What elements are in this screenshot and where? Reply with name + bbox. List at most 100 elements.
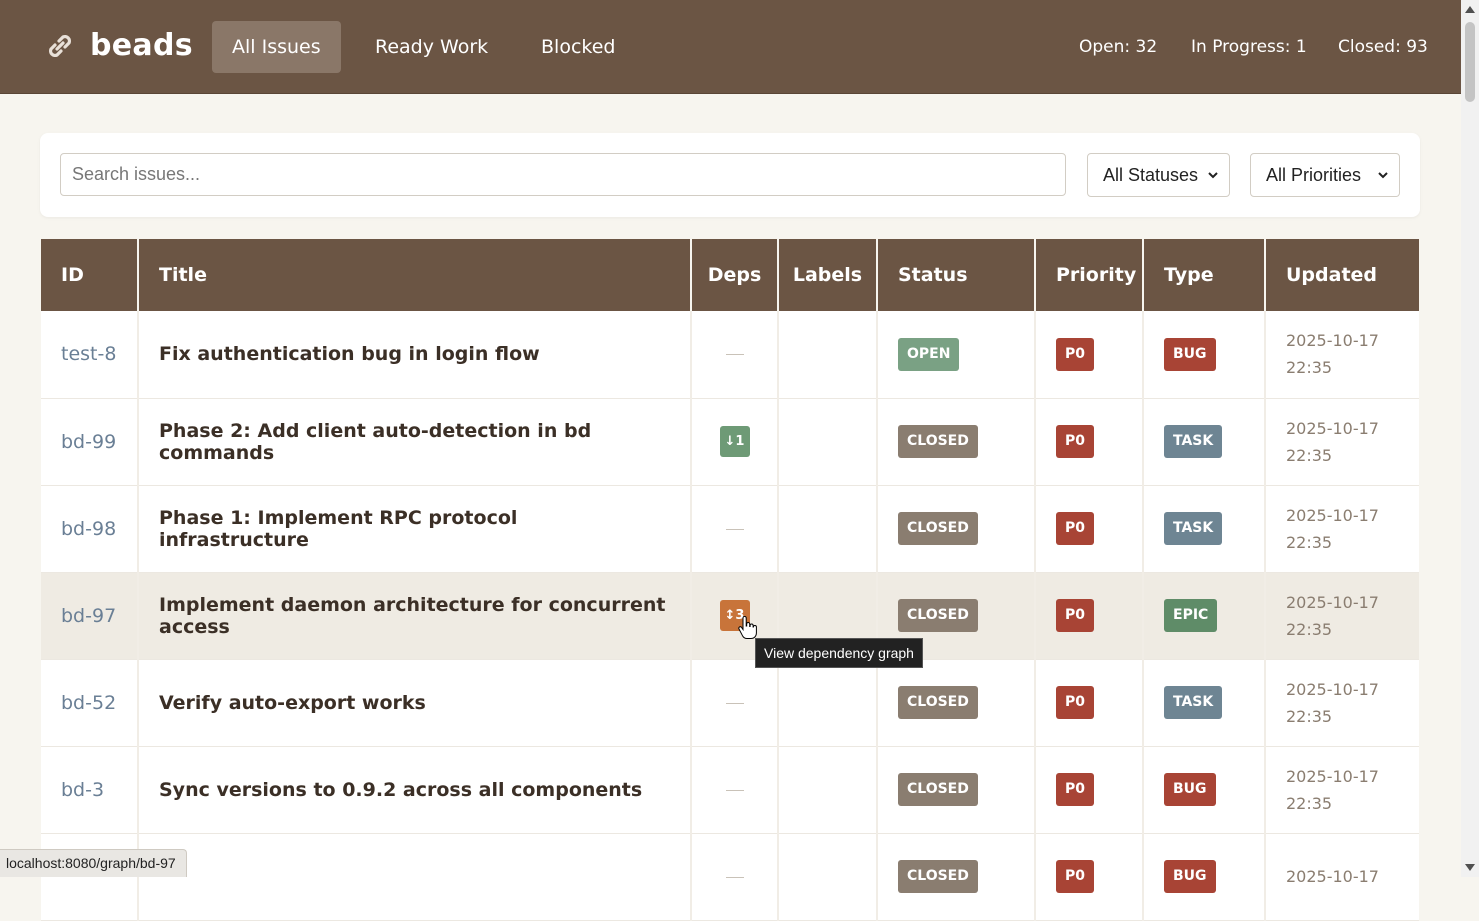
issue-id-link[interactable]: bd-97 <box>41 572 139 660</box>
type-cell: TASK <box>1143 485 1266 573</box>
no-deps-dash <box>725 789 744 791</box>
labels-cell <box>778 311 878 399</box>
updated-date: 2025-10-17 <box>1286 679 1379 699</box>
status-badge: CLOSED <box>898 425 978 458</box>
issue-title[interactable]: Implement daemon architecture for concur… <box>138 572 692 660</box>
updated-cell: 2025-10-17 22:35 <box>1265 659 1419 747</box>
priority-cell: P0 <box>1035 311 1144 399</box>
issues-table: ID Title Deps Labels Status Priority Typ… <box>41 239 1419 921</box>
status-filter-select[interactable]: All Statuses <box>1087 153 1230 197</box>
deps-cell <box>691 485 779 573</box>
no-deps-dash <box>725 702 744 704</box>
column-header-labels[interactable]: Labels <box>778 239 878 311</box>
status-badge: CLOSED <box>898 773 978 806</box>
priority-badge: P0 <box>1056 686 1095 719</box>
column-header-id[interactable]: ID <box>41 239 139 311</box>
type-cell: TASK <box>1143 659 1266 747</box>
table-row[interactable]: bd-3 Sync versions to 0.9.2 across all c… <box>41 746 1419 834</box>
column-header-type[interactable]: Type <box>1143 239 1266 311</box>
updated-cell: 2025-10-17 22:35 <box>1265 746 1419 834</box>
updated-time: 22:35 <box>1286 793 1333 813</box>
column-header-priority[interactable]: Priority <box>1035 239 1144 311</box>
link-status-bar: localhost:8080/graph/bd-97 <box>0 849 187 877</box>
issue-id-link[interactable]: bd-98 <box>41 485 139 573</box>
column-header-updated[interactable]: Updated <box>1265 239 1419 311</box>
updated-cell: 2025-10-17 22:35 <box>1265 311 1419 399</box>
status-cell: CLOSED <box>877 746 1036 834</box>
status-cell: CLOSED <box>877 485 1036 573</box>
top-navigation-bar: beads All Issues Ready Work Blocked Open… <box>0 0 1461 94</box>
issue-title[interactable]: Fix authentication bug in login flow <box>138 311 692 399</box>
brand[interactable]: beads <box>44 28 193 63</box>
priority-cell: P0 <box>1035 485 1144 573</box>
updated-time: 22:35 <box>1286 619 1333 639</box>
issue-title[interactable]: Sync versions to 0.9.2 across all compon… <box>138 746 692 834</box>
tab-all-issues[interactable]: All Issues <box>212 21 341 73</box>
tab-blocked[interactable]: Blocked <box>521 21 635 73</box>
deps-cell <box>691 311 779 399</box>
updated-date: 2025-10-17 <box>1286 766 1379 786</box>
table-header-row: ID Title Deps Labels Status Priority Typ… <box>41 239 1419 311</box>
search-input[interactable] <box>60 153 1066 196</box>
updated-date: 2025-10-17 <box>1286 331 1379 351</box>
priority-badge: P0 <box>1056 599 1095 632</box>
brand-name: beads <box>90 28 193 63</box>
deps-cell <box>691 659 779 747</box>
type-badge: TASK <box>1164 512 1223 545</box>
link-icon <box>48 34 72 57</box>
chevron-down-icon <box>1378 172 1388 179</box>
type-badge: TASK <box>1164 686 1223 719</box>
labels-cell <box>778 485 878 573</box>
type-badge: EPIC <box>1164 599 1218 632</box>
table-row[interactable]: bd-98 Phase 1: Implement RPC protocol in… <box>41 485 1419 573</box>
no-deps-dash <box>725 528 744 530</box>
priority-badge: P0 <box>1056 512 1095 545</box>
status-cell: CLOSED <box>877 398 1036 486</box>
type-badge: BUG <box>1164 337 1216 371</box>
updated-time: 22:35 <box>1286 445 1333 465</box>
issue-id-link[interactable]: test-8 <box>41 311 139 399</box>
type-badge: BUG <box>1164 773 1216 806</box>
vertical-scrollbar[interactable] <box>1461 0 1479 877</box>
stat-closed: Closed: 93 <box>1338 37 1428 57</box>
status-badge: CLOSED <box>898 599 978 632</box>
dependency-graph-button[interactable]: ↓1 <box>719 426 750 457</box>
issue-id-link[interactable]: bd-99 <box>41 398 139 486</box>
column-header-deps[interactable]: Deps <box>691 239 779 311</box>
column-header-status[interactable]: Status <box>877 239 1036 311</box>
table-row[interactable]: bd-99 Phase 2: Add client auto-detection… <box>41 398 1419 486</box>
updated-time: 22:35 <box>1286 706 1333 726</box>
type-cell: EPIC <box>1143 572 1266 660</box>
status-badge: OPEN <box>898 337 960 371</box>
table-row[interactable]: bd-97 Implement daemon architecture for … <box>41 572 1419 660</box>
priority-cell: P0 <box>1035 659 1144 747</box>
issue-id-link[interactable]: bd-3 <box>41 746 139 834</box>
deps-cell <box>691 746 779 834</box>
dependency-graph-tooltip: View dependency graph <box>755 638 923 668</box>
table-row[interactable]: bd-52 Verify auto-export works CLOSED P0… <box>41 659 1419 747</box>
table-row[interactable]: test-8 Fix authentication bug in login f… <box>41 311 1419 399</box>
issue-id-link[interactable]: bd-52 <box>41 659 139 747</box>
updated-date: 2025-10-17 <box>1286 505 1379 525</box>
priority-cell: P0 <box>1035 398 1144 486</box>
issue-title[interactable]: Phase 2: Add client auto-detection in bd… <box>138 398 692 486</box>
updated-time: 22:35 <box>1286 358 1333 378</box>
status-badge: CLOSED <box>898 686 978 719</box>
issue-title[interactable]: Verify auto-export works <box>138 659 692 747</box>
deps-cell: ↓1 <box>691 398 779 486</box>
type-cell: BUG <box>1143 746 1266 834</box>
scrollbar-thumb[interactable] <box>1465 22 1475 102</box>
priority-badge: P0 <box>1056 425 1095 458</box>
tab-ready-work[interactable]: Ready Work <box>355 21 508 73</box>
scroll-up-arrow-icon[interactable] <box>1464 4 1476 14</box>
labels-cell <box>778 659 878 747</box>
updated-time: 22:35 <box>1286 532 1333 552</box>
type-badge: TASK <box>1164 425 1223 458</box>
column-header-title[interactable]: Title <box>138 239 692 311</box>
labels-cell <box>778 398 878 486</box>
priority-badge: P0 <box>1056 773 1095 806</box>
scroll-down-arrow-icon[interactable] <box>1464 863 1476 873</box>
priority-filter-select[interactable]: All Priorities <box>1250 153 1400 197</box>
priority-cell: P0 <box>1035 746 1144 834</box>
issue-title[interactable]: Phase 1: Implement RPC protocol infrastr… <box>138 485 692 573</box>
